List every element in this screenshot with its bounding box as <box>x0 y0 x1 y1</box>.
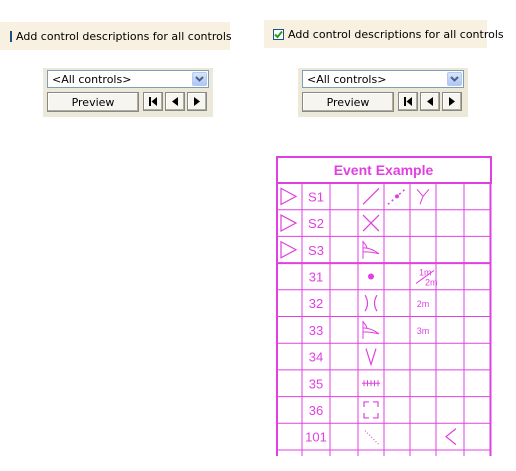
right-control-select[interactable]: <All controls> <box>302 70 464 88</box>
row-note: 3m <box>417 326 430 336</box>
dot-symbol <box>368 273 374 280</box>
report-title: Event Example <box>334 162 434 178</box>
v-symbol <box>365 348 377 367</box>
start-marker-icon <box>280 240 298 259</box>
left-description-checkbox-label: Add control descriptions for all control… <box>16 29 232 43</box>
chevron-down-icon[interactable] <box>447 72 462 86</box>
bracket-symbol <box>363 401 379 419</box>
row-note: 2m <box>417 299 430 309</box>
dotted-diagonal-symbol <box>364 430 380 446</box>
event-row-id: S3 <box>308 243 324 258</box>
event-row-id: 35 <box>309 376 323 391</box>
check-icon <box>274 30 283 38</box>
y-symbol <box>416 189 430 205</box>
right-preview-button-label: Preview <box>326 95 370 109</box>
left-previous-record-button[interactable] <box>165 92 185 111</box>
left-description-checkbox[interactable] <box>10 30 12 42</box>
start-marker-icon <box>280 187 298 206</box>
left-control-select[interactable]: <All controls> <box>47 70 209 88</box>
right-description-checkbox-label: Add control descriptions for all control… <box>288 27 504 41</box>
fork-symbol <box>362 320 380 339</box>
chevron-down-icon[interactable] <box>192 72 207 86</box>
left-preview-button-label: Preview <box>71 95 115 109</box>
event-row-id: 33 <box>309 323 323 338</box>
event-row-id: 31 <box>309 269 323 284</box>
event-row-id: S1 <box>308 189 324 204</box>
event-row-id: 101 <box>305 430 327 445</box>
dot-symbol <box>395 194 399 199</box>
left-control-select-value: <All controls> <box>52 73 132 86</box>
next-record-icon <box>194 97 200 106</box>
right-first-record-button[interactable] <box>398 92 418 111</box>
left-next-record-button[interactable] <box>187 92 207 111</box>
slash-symbol <box>362 187 380 205</box>
left-first-record-button[interactable] <box>143 92 163 111</box>
right-control-select-value: <All controls> <box>307 73 387 86</box>
event-report-preview: Event Example S1 S2 S3 31 1m 2m 32 2m 33 3m 34 35 36 1… <box>276 156 492 460</box>
right-description-checkbox-row[interactable]: Add control descriptions for all control… <box>264 20 504 48</box>
fork-symbol <box>362 240 380 259</box>
left-description-checkbox-row[interactable]: Add control descriptions for all control… <box>0 22 232 50</box>
row-note-bottom: 2m <box>425 277 438 287</box>
first-record-icon <box>404 97 412 106</box>
right-next-record-button[interactable] <box>442 92 462 111</box>
right-preview-panel: <All controls> Preview <box>298 68 468 117</box>
parentheses-symbol <box>364 294 378 312</box>
event-report-table: Event ExampleS1S2S331 1m2m32 2m33 3m3435361… <box>276 156 492 456</box>
right-description-checkbox[interactable] <box>273 28 284 40</box>
event-row-id: 34 <box>309 350 323 365</box>
row-note-top: 1m <box>419 267 432 277</box>
right-preview-button[interactable]: Preview <box>302 92 394 112</box>
previous-record-icon <box>172 97 178 106</box>
next-record-icon <box>449 97 455 106</box>
left-preview-button[interactable]: Preview <box>47 92 139 112</box>
chevron-left-icon <box>445 428 457 446</box>
first-record-icon <box>149 97 157 106</box>
previous-record-icon <box>427 97 433 106</box>
event-row-id: 32 <box>309 296 323 311</box>
event-row-id: S2 <box>308 216 324 231</box>
left-preview-panel: <All controls> Preview <box>43 68 213 117</box>
right-previous-record-button[interactable] <box>420 92 440 111</box>
start-marker-icon <box>280 214 298 233</box>
event-row-id: 36 <box>309 403 323 418</box>
